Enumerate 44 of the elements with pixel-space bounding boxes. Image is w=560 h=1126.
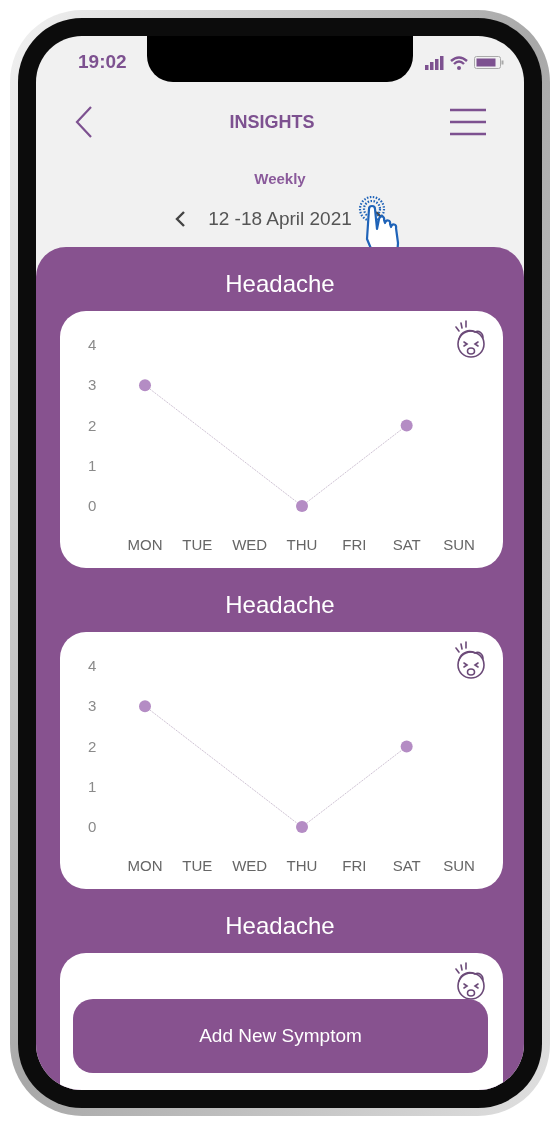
data-point [139,379,151,392]
data-point [400,419,413,432]
data-point [400,740,413,753]
x-axis-label: MON [127,536,163,553]
y-axis-label: 4 [88,657,97,674]
x-axis-label: TUE [182,536,213,553]
menu-icon[interactable] [450,108,486,136]
x-axis-label: TUE [182,857,213,874]
symptom-title: Headache [225,911,335,941]
y-axis-label: 3 [88,697,97,715]
add-symptom-button[interactable]: Add New Symptom [73,999,488,1073]
symptom-title: Headache [225,590,335,620]
wifi-icon [450,54,468,70]
x-axis-label: SAT [392,857,421,874]
y-axis-label: 2 [88,416,97,434]
x-axis-label: THU [286,857,318,874]
y-axis-label: 0 [88,818,97,835]
y-axis-label: 1 [88,456,97,474]
data-point [296,500,308,512]
x-axis-label: SAT [392,536,421,553]
y-axis-label: 1 [88,777,97,795]
y-axis-label: 4 [88,336,97,353]
x-axis-label: THU [286,536,318,553]
y-axis-label: 2 [88,737,97,755]
x-axis-label: FRI [342,536,367,553]
data-point [139,700,151,713]
data-point [296,821,308,833]
y-axis-label: 3 [88,376,97,394]
x-axis-label: MON [127,857,163,874]
symptom-title: Headache [225,269,335,299]
x-axis-label: SUN [443,536,475,553]
back-icon[interactable] [74,105,94,139]
y-axis-label: 0 [88,497,97,514]
period-label: Weekly [254,169,306,189]
signal-icon [425,54,444,70]
page-title: INSIGHTS [229,110,315,134]
x-axis-label: FRI [342,857,367,874]
x-axis-label: SUN [443,857,475,874]
x-axis-label: WED [232,536,268,553]
date-range: 12 -18 April 2021 [208,206,352,231]
previous-icon[interactable] [174,209,187,228]
x-axis-label: WED [232,857,268,874]
battery-icon [474,55,504,69]
status-time: 19:02 [78,49,127,74]
